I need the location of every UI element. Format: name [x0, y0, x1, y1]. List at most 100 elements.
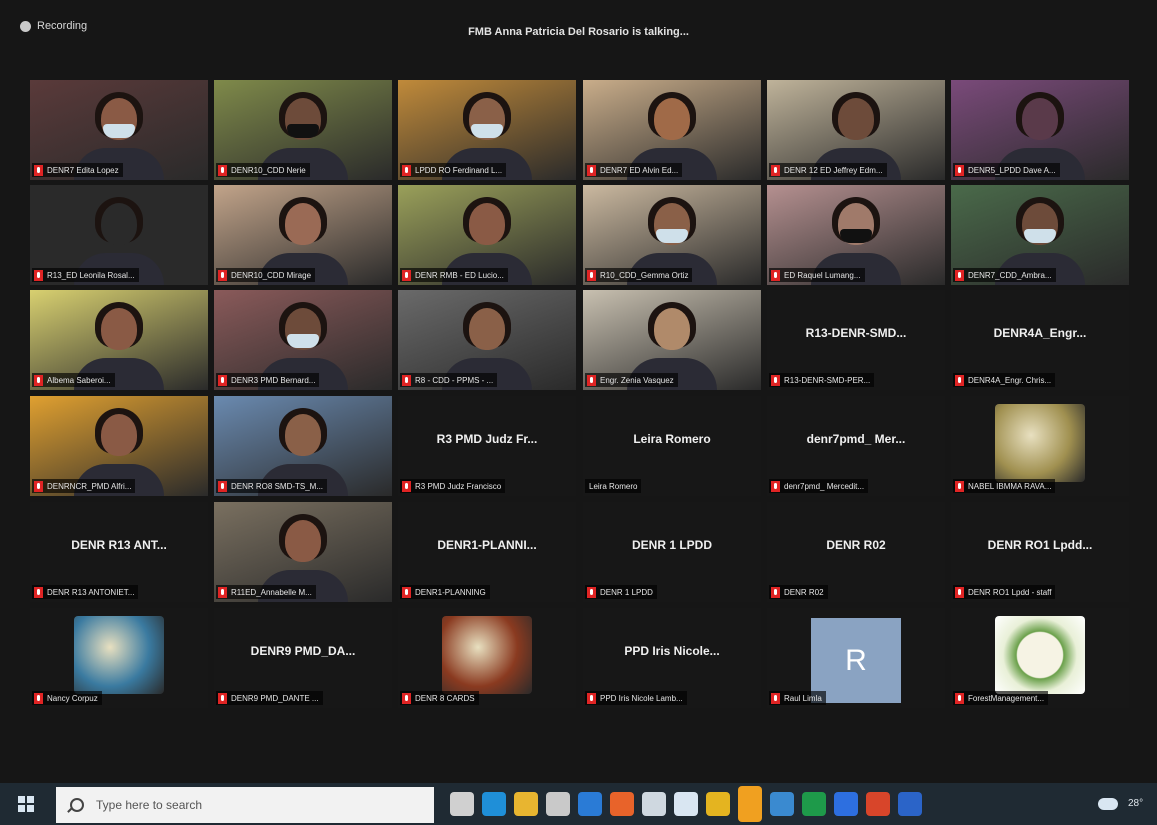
participant-name: R13-DENR-SMD-PER... [784, 375, 871, 385]
muted-mic-icon [402, 692, 411, 704]
participant-tile[interactable]: DENR4A_Engr... DENR4A_Engr. Chris... [951, 290, 1129, 390]
notepad-icon[interactable] [642, 792, 666, 816]
participant-tile[interactable]: DENR7 Edita Lopez [30, 80, 208, 180]
participant-tile[interactable]: DENR10_CDD Mirage [214, 185, 392, 285]
participant-name: R13_ED Leonila Rosal... [47, 270, 135, 280]
participant-tile[interactable]: DENR R13 ANT... DENR R13 ANTONIET... [30, 502, 208, 602]
participant-tile[interactable]: R11ED_Annabelle M... [214, 502, 392, 602]
participant-tile[interactable]: DENR3 PMD Bernard... [214, 290, 392, 390]
participant-tile[interactable]: DENR9 PMD_DA... DENR9 PMD_DANTE ... [214, 608, 392, 708]
participant-display-name: DENR1-PLANNI... [437, 538, 537, 552]
participant-tile[interactable]: NABEL IBMMA RAVA... [951, 396, 1129, 496]
participant-face [101, 414, 137, 456]
muted-mic-icon [771, 374, 780, 386]
participant-tile[interactable]: Engr. Zenia Vasquez [583, 290, 761, 390]
participant-name-label: DENR7 Edita Lopez [32, 163, 123, 177]
participant-tile[interactable]: DENR R02 DENR R02 [767, 502, 945, 602]
taskbar-search-box[interactable]: Type here to search [56, 787, 434, 823]
participant-tile[interactable]: Nancy Corpuz [30, 608, 208, 708]
participant-tile[interactable]: R3 PMD Judz Fr... R3 PMD Judz Francisco [398, 396, 576, 496]
participant-tile[interactable]: R Raul Limla [767, 608, 945, 708]
participant-tile[interactable]: R8 - CDD - PPMS - ... [398, 290, 576, 390]
participant-face [1022, 98, 1058, 140]
firefox-icon[interactable] [610, 792, 634, 816]
participant-tile[interactable]: DENR 8 CARDS [398, 608, 576, 708]
participant-tile[interactable]: DENR RO8 SMD-TS_M... [214, 396, 392, 496]
muted-mic-icon [218, 269, 227, 281]
muted-mic-icon [34, 692, 43, 704]
sticky-notes-icon[interactable] [738, 786, 762, 822]
windows-start-icon[interactable] [18, 796, 34, 812]
participant-tile[interactable]: LPDD RO Ferdinand L... [398, 80, 576, 180]
profile-picture [74, 616, 164, 694]
participant-tile[interactable]: PPD Iris Nicole... PPD Iris Nicole Lamb..… [583, 608, 761, 708]
excel-icon[interactable] [802, 792, 826, 816]
participant-name-label: NABEL IBMMA RAVA... [953, 479, 1056, 493]
photos-icon[interactable] [770, 792, 794, 816]
participant-face [285, 414, 321, 456]
participant-tile[interactable]: DENR7_CDD_Ambra... [951, 185, 1129, 285]
muted-mic-icon [587, 269, 596, 281]
gallery-grid: DENR7 Edita Lopez DENR10_CDD Nerie LPDD RO… [0, 0, 1157, 720]
participant-name-label: DENR9 PMD_DANTE ... [216, 691, 323, 705]
participant-name: ForestManagement... [968, 693, 1045, 703]
muted-mic-icon [771, 692, 780, 704]
participant-name-label: DENR RO8 SMD-TS_M... [216, 479, 328, 493]
participant-tile[interactable]: R10_CDD_Gemma Ortiz [583, 185, 761, 285]
participant-tile[interactable]: DENR 12 ED Jeffrey Edm... [767, 80, 945, 180]
muted-mic-icon [587, 586, 596, 598]
windows-taskbar: Type here to search 28° [0, 783, 1157, 825]
participant-name-label: R10_CDD_Gemma Ortiz [585, 268, 693, 282]
participant-tile[interactable]: Albema Saberoi... [30, 290, 208, 390]
powerpoint-icon[interactable] [866, 792, 890, 816]
file-explorer-icon[interactable] [514, 792, 538, 816]
participant-name: Nancy Corpuz [47, 693, 98, 703]
participant-tile[interactable]: DENR10_CDD Nerie [214, 80, 392, 180]
participant-tile[interactable]: DENR7 ED Alvin Ed... [583, 80, 761, 180]
participant-name: DENR 12 ED Jeffrey Edm... [784, 165, 883, 175]
participant-tile[interactable]: ForestManagement... [951, 608, 1129, 708]
participant-name: DENR10_CDD Mirage [231, 270, 312, 280]
participant-name: DENR9 PMD_DANTE ... [231, 693, 319, 703]
muted-mic-icon [402, 586, 411, 598]
task-view-icon[interactable] [450, 792, 474, 816]
participant-tile[interactable]: Leira Romero Leira Romero [583, 396, 761, 496]
participant-tile[interactable]: R13-DENR-SMD... R13-DENR-SMD-PER... [767, 290, 945, 390]
muted-mic-icon [955, 164, 964, 176]
participant-name-label: R3 PMD Judz Francisco [400, 479, 506, 493]
participant-tile[interactable]: DENR RO1 Lpdd... DENR RO1 Lpdd - staff [951, 502, 1129, 602]
participant-name: DENR7_CDD_Ambra... [968, 270, 1052, 280]
chrome-icon[interactable] [706, 792, 730, 816]
participant-name: DENR5_LPDD Dave A... [968, 165, 1056, 175]
edge-icon[interactable] [482, 792, 506, 816]
participant-name: R3 PMD Judz Francisco [415, 481, 502, 491]
mail-icon[interactable] [578, 792, 602, 816]
participant-tile[interactable]: ED Raquel Lumang... [767, 185, 945, 285]
muted-mic-icon [955, 480, 964, 492]
participant-tile[interactable]: DENR RMB - ED Lucio... [398, 185, 576, 285]
face-mask [840, 229, 872, 243]
store-icon[interactable] [546, 792, 570, 816]
participant-tile[interactable]: R13_ED Leonila Rosal... [30, 185, 208, 285]
participant-tile[interactable]: DENR 1 LPDD DENR 1 LPDD [583, 502, 761, 602]
participant-display-name: denr7pmd_ Mer... [806, 432, 906, 446]
participant-name: Leira Romero [589, 481, 638, 491]
dropbox-icon[interactable] [674, 792, 698, 816]
participant-name-label: DENR7 ED Alvin Ed... [585, 163, 683, 177]
participant-tile[interactable]: DENR1-PLANNI... DENR1-PLANNING [398, 502, 576, 602]
word-icon[interactable] [898, 792, 922, 816]
participant-name: DENR RO8 SMD-TS_M... [231, 481, 324, 491]
participant-tile[interactable]: denr7pmd_ Mer... denr7pmd_ Mercedit... [767, 396, 945, 496]
participant-name: R8 - CDD - PPMS - ... [415, 375, 494, 385]
zoom-icon[interactable] [834, 792, 858, 816]
participant-tile[interactable]: DENR5_LPDD Dave A... [951, 80, 1129, 180]
muted-mic-icon [402, 480, 411, 492]
profile-picture [995, 404, 1085, 482]
onedrive-icon[interactable] [1098, 798, 1118, 810]
participant-name: NABEL IBMMA RAVA... [968, 481, 1052, 491]
participant-face [838, 98, 874, 140]
participant-tile[interactable]: DENRNCR_PMD Alfri... [30, 396, 208, 496]
participant-name-label: R13-DENR-SMD-PER... [769, 373, 875, 387]
participant-name: DENR3 PMD Bernard... [231, 375, 316, 385]
participant-display-name: Leira Romero [633, 432, 711, 446]
